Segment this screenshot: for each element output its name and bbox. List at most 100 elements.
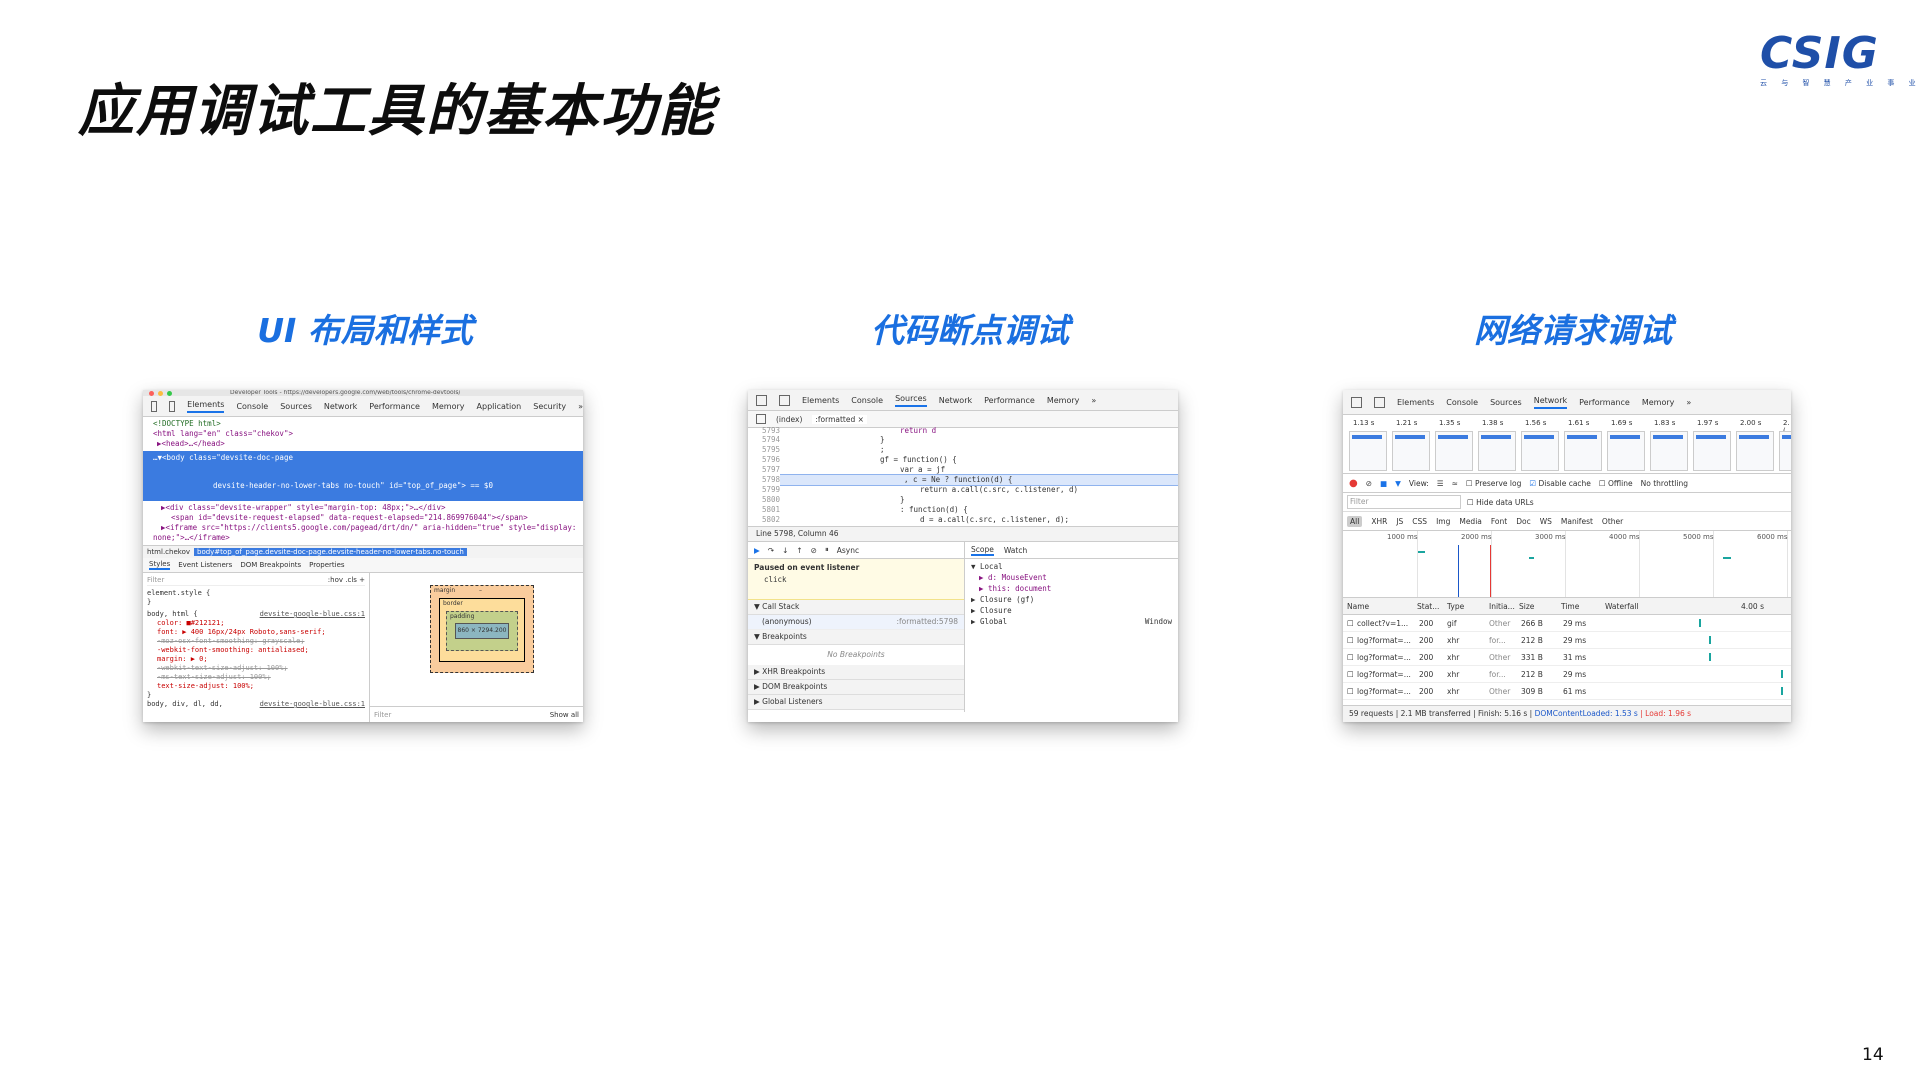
style-line[interactable]: color: ■#212121; <box>147 619 365 628</box>
line-number[interactable]: 5799 <box>752 485 780 494</box>
style-line[interactable]: text-size-adjust: 100%; <box>147 682 365 691</box>
line-number[interactable]: 5797 <box>752 465 780 474</box>
step-over-icon[interactable]: ↷ <box>768 546 774 555</box>
file-tab-index[interactable]: (index) <box>776 415 802 424</box>
line-number[interactable]: 5800 <box>752 495 780 504</box>
box-padding[interactable]: padding 860 × 7294.200 <box>446 611 518 651</box>
resume-icon[interactable]: ▶ <box>754 546 760 555</box>
clear-icon[interactable]: ⊘ <box>1366 479 1372 488</box>
device-toggle-icon[interactable] <box>1374 396 1385 408</box>
tab-application[interactable]: Application <box>477 402 522 411</box>
filmstrip-frame[interactable] <box>1478 431 1516 471</box>
filmstrip-frame[interactable] <box>1650 431 1688 471</box>
dom-line[interactable]: <html lang="en" class="chekov"> <box>153 429 573 439</box>
tab-styles[interactable]: Styles <box>149 560 171 570</box>
dom-line[interactable]: <span id="devsite-request-elapsed" data-… <box>153 513 573 523</box>
computed-filter-input[interactable]: Filter <box>374 711 391 719</box>
tab-network[interactable]: Network <box>939 396 972 405</box>
filmstrip-frame[interactable] <box>1736 431 1774 471</box>
line-number[interactable]: 5795 <box>752 445 780 454</box>
tab-sources[interactable]: Sources <box>1490 398 1522 407</box>
col-size[interactable]: Size <box>1519 602 1534 611</box>
table-row[interactable]: ☐ log?format=... 200 xhr Other 309 B 61 ms <box>1343 683 1791 700</box>
more-tabs-icon[interactable]: » <box>578 402 583 411</box>
filmstrip-frame[interactable] <box>1435 431 1473 471</box>
section-global-listeners[interactable]: ▶ Global Listeners <box>748 695 964 710</box>
step-into-icon[interactable]: ↓ <box>782 546 788 555</box>
scope-item[interactable]: ▶ Closure (gf) <box>971 594 1172 605</box>
type-other[interactable]: Other <box>1602 517 1623 526</box>
code-editor[interactable]: 5793 5794 5795 5796 5797 5798 5799 5800 … <box>748 426 1178 527</box>
async-checkbox[interactable]: Async <box>837 546 859 555</box>
disable-cache-checkbox[interactable]: ☑ Disable cache <box>1529 479 1591 488</box>
tab-sources[interactable]: Sources <box>280 402 312 411</box>
table-row[interactable]: ☐ log?format=... 200 xhr for... 212 B 29 ms <box>1343 632 1791 649</box>
large-rows-icon[interactable]: ☰ <box>1437 479 1444 488</box>
tab-console[interactable]: Console <box>851 396 883 405</box>
tab-scope[interactable]: Scope <box>971 545 994 556</box>
style-line[interactable]: -moz-osx-font-smoothing: grayscale; <box>147 637 365 646</box>
inspect-icon[interactable] <box>1351 396 1362 408</box>
timeline-overview[interactable]: 1000 ms 2000 ms 3000 ms 4000 ms 5000 ms 6000 … <box>1343 531 1791 598</box>
step-out-icon[interactable]: ↑ <box>796 546 802 555</box>
section-xhr-breakpoints[interactable]: ▶ XHR Breakpoints <box>748 665 964 680</box>
capture-screenshots-icon[interactable]: ■ <box>1380 479 1387 488</box>
line-number[interactable]: 5794 <box>752 435 780 444</box>
section-dom-breakpoints[interactable]: ▶ DOM Breakpoints <box>748 680 964 695</box>
filmstrip-frame[interactable] <box>1693 431 1731 471</box>
hov-cls-buttons[interactable]: :hov .cls + <box>328 576 365 585</box>
box-content[interactable]: 860 × 7294.200 <box>455 623 509 639</box>
close-dot-icon[interactable] <box>149 390 154 396</box>
pause-on-exceptions-icon[interactable]: ⏸ <box>825 545 829 555</box>
type-xhr[interactable]: XHR <box>1371 517 1387 526</box>
tab-memory[interactable]: Memory <box>432 402 465 411</box>
type-manifest[interactable]: Manifest <box>1561 517 1593 526</box>
style-line[interactable]: -webkit-font-smoothing: antialiased; <box>147 646 365 655</box>
tab-elements[interactable]: Elements <box>187 400 225 413</box>
line-number[interactable]: 5801 <box>752 505 780 514</box>
scope-item[interactable]: ▶ this: document <box>971 583 1172 594</box>
scope-item[interactable]: ▶ Closure <box>971 605 1172 616</box>
tab-memory[interactable]: Memory <box>1047 396 1080 405</box>
line-number[interactable]: 5796 <box>752 455 780 464</box>
tab-elements[interactable]: Elements <box>802 396 839 405</box>
filmstrip-frame[interactable] <box>1779 431 1791 471</box>
style-line[interactable]: font: ▶ 400 16px/24px Roboto,sans-serif; <box>147 628 365 637</box>
minimize-dot-icon[interactable] <box>158 390 163 396</box>
col-name[interactable]: Name <box>1347 602 1369 611</box>
type-js[interactable]: JS <box>1396 517 1403 526</box>
hide-data-urls-checkbox[interactable]: ☐ Hide data URLs <box>1467 498 1534 507</box>
more-tabs-icon[interactable]: » <box>1686 398 1691 407</box>
style-line[interactable]: -webkit-text-size-adjust: 100%; <box>147 664 365 673</box>
style-line[interactable]: -ms-text-size-adjust: 100%; <box>147 673 365 682</box>
type-img[interactable]: Img <box>1436 517 1450 526</box>
dom-line[interactable]: ▶<iframe src="https://clients5.google.co… <box>153 523 576 533</box>
device-toggle-icon[interactable] <box>779 394 790 406</box>
file-tab-formatted[interactable]: :formatted × <box>812 414 867 424</box>
navigator-toggle-icon[interactable] <box>756 414 766 424</box>
filmstrip-frame[interactable] <box>1607 431 1645 471</box>
type-media[interactable]: Media <box>1459 517 1482 526</box>
tab-elements[interactable]: Elements <box>1397 398 1434 407</box>
type-doc[interactable]: Doc <box>1516 517 1531 526</box>
box-border[interactable]: border padding 860 × 7294.200 <box>439 598 525 662</box>
tab-console[interactable]: Console <box>1446 398 1478 407</box>
tab-event-listeners[interactable]: Event Listeners <box>178 561 232 569</box>
col-type[interactable]: Type <box>1447 602 1464 611</box>
tab-performance[interactable]: Performance <box>1579 398 1630 407</box>
tab-network[interactable]: Network <box>324 402 357 411</box>
filmstrip-frame[interactable] <box>1564 431 1602 471</box>
tab-dom-breakpoints[interactable]: DOM Breakpoints <box>240 561 301 569</box>
col-waterfall[interactable]: Waterfall <box>1605 602 1639 611</box>
table-row[interactable]: ☐ collect?v=1... 200 gif Other 266 B 29 ms <box>1343 615 1791 632</box>
line-number[interactable]: 5802 <box>752 515 780 524</box>
dom-line[interactable]: ▶<head>…</head> <box>153 439 573 449</box>
deactivate-breakpoints-icon[interactable]: ⊘ <box>811 546 817 555</box>
crumb-html[interactable]: html.chekov <box>147 548 190 556</box>
tab-properties[interactable]: Properties <box>309 561 344 569</box>
line-number[interactable]: 5798 <box>752 475 780 484</box>
filmstrip-frame[interactable] <box>1349 431 1387 471</box>
inspect-icon[interactable] <box>151 400 158 412</box>
device-toggle-icon[interactable] <box>169 400 176 412</box>
inspect-icon[interactable] <box>756 394 767 406</box>
